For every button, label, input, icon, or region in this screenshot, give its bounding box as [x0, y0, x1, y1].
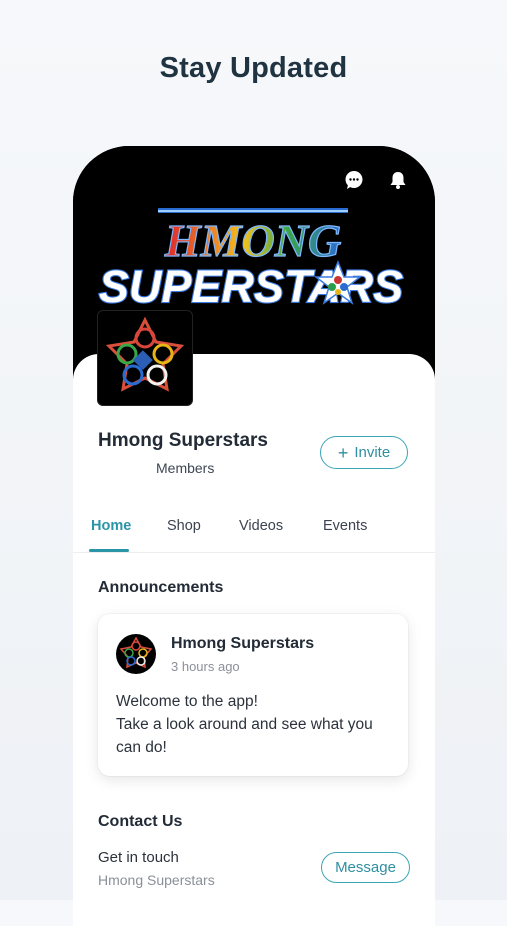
- post-timestamp: 3 hours ago: [171, 659, 240, 674]
- tab-shop[interactable]: Shop: [167, 518, 201, 534]
- avatar: [116, 634, 156, 674]
- tab-bar: Home Shop Videos Events: [73, 506, 435, 553]
- tab-home[interactable]: Home: [91, 518, 131, 534]
- contact-title: Contact Us: [98, 813, 183, 830]
- post-author[interactable]: Hmong Superstars: [171, 635, 314, 653]
- invite-label: Invite: [354, 444, 391, 461]
- message-button[interactable]: Message: [321, 852, 410, 883]
- announcement-card[interactable]: Hmong Superstars 3 hours ago Welcome to …: [98, 614, 408, 776]
- sheet-content: Hmong Superstars Members + Invite Home S…: [73, 146, 435, 900]
- tab-videos[interactable]: Videos: [239, 518, 283, 534]
- invite-button[interactable]: + Invite: [320, 436, 408, 469]
- active-tab-indicator: [89, 549, 129, 552]
- contact-line: Get in touch: [98, 849, 179, 866]
- post-line: Take a look around and see what you: [116, 716, 373, 733]
- contact-subtitle: Hmong Superstars: [98, 872, 215, 888]
- announcements-title: Announcements: [98, 579, 224, 596]
- tab-events[interactable]: Events: [323, 518, 367, 534]
- group-logo: [97, 310, 193, 406]
- lotus-emblem-icon: [105, 316, 185, 392]
- post-line: can do!: [116, 739, 167, 756]
- page-headline: Stay Updated: [159, 52, 348, 84]
- post-line: Welcome to the app!: [116, 693, 258, 710]
- lotus-emblem-icon: [119, 636, 153, 669]
- post-body: Welcome to the app! Take a look around a…: [116, 690, 401, 759]
- plus-icon: +: [337, 442, 349, 463]
- group-name: Hmong Superstars: [98, 430, 268, 451]
- members-label[interactable]: Members: [156, 460, 214, 476]
